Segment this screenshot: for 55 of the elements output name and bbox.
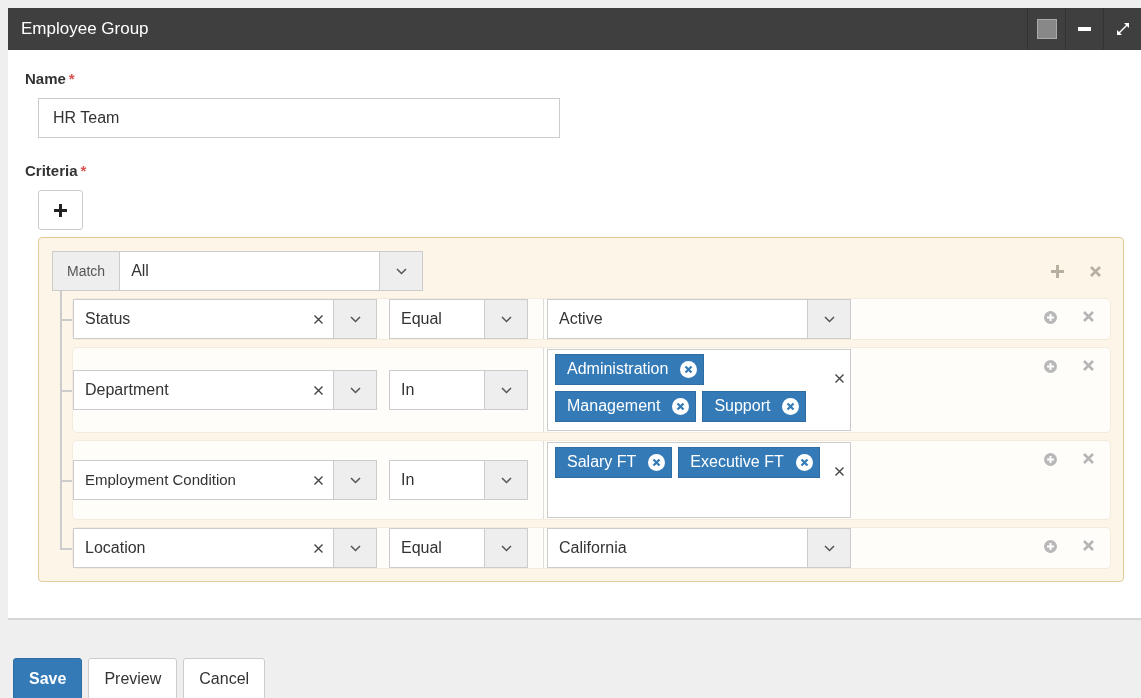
value-select[interactable]: California <box>547 528 851 568</box>
chevron-down-icon <box>349 544 361 552</box>
chevron-down-icon <box>500 315 512 323</box>
clear-icon[interactable] <box>835 467 844 477</box>
value-tag[interactable]: Executive FT <box>678 447 820 478</box>
operator-select[interactable]: In <box>389 460 528 500</box>
chevron-down-icon <box>349 315 361 323</box>
tag-input[interactable]: Administration Management Support <box>547 349 851 431</box>
value-tag[interactable]: Administration <box>555 354 705 385</box>
value-select[interactable]: Active <box>547 299 851 339</box>
value-tag[interactable]: Salary FT <box>555 447 673 478</box>
name-field[interactable]: HR Team <box>38 97 560 138</box>
field-select[interactable]: Location <box>73 528 377 568</box>
window-title: Employee Group <box>20 18 150 41</box>
operator-select[interactable]: Equal <box>389 299 528 339</box>
value-tag[interactable]: Support <box>702 391 807 422</box>
secondary-button[interactable]: Cancel <box>183 658 266 698</box>
field-label: Name <box>25 70 66 87</box>
chevron-down-icon <box>349 386 361 394</box>
chevron-down-icon <box>823 315 835 323</box>
minus-icon <box>1078 27 1091 31</box>
remove-icon[interactable] <box>795 453 813 471</box>
value-tag[interactable]: Management <box>555 391 697 422</box>
chevron-down-icon <box>349 476 361 484</box>
chevron-down-icon <box>500 386 512 394</box>
field-label: Criteria <box>25 161 78 179</box>
plus-icon <box>54 203 67 217</box>
remove-icon[interactable] <box>672 397 690 415</box>
clear-icon[interactable] <box>314 543 323 553</box>
clear-icon[interactable] <box>314 475 323 485</box>
match-select[interactable]: All <box>120 251 424 291</box>
field-select[interactable]: Department <box>73 370 377 410</box>
chevron-down-icon <box>395 267 407 275</box>
required-mark: * <box>80 161 87 179</box>
match-label: Match <box>52 251 121 291</box>
secondary-button[interactable]: Preview <box>88 658 178 698</box>
add-button[interactable] <box>38 190 83 230</box>
square-icon <box>1036 19 1057 39</box>
required-mark: * <box>68 70 75 87</box>
clear-icon[interactable] <box>314 385 323 395</box>
field-select[interactable]: Status <box>73 299 377 339</box>
operator-select[interactable]: In <box>389 370 528 410</box>
primary-button[interactable]: Save <box>13 658 83 698</box>
operator-select[interactable]: Equal <box>389 528 528 568</box>
remove-icon[interactable] <box>782 397 800 415</box>
remove-icon[interactable] <box>648 453 666 471</box>
clear-icon[interactable] <box>314 314 323 324</box>
chevron-down-icon <box>500 476 512 484</box>
chevron-down-icon <box>500 544 512 552</box>
clear-icon[interactable] <box>835 374 844 384</box>
chevron-down-icon <box>823 544 835 552</box>
remove-icon[interactable] <box>680 360 698 378</box>
expand-icon <box>1115 22 1130 36</box>
tag-input[interactable]: Salary FT Executive FT <box>547 442 851 518</box>
field-select[interactable]: Employment Condition <box>73 460 377 500</box>
